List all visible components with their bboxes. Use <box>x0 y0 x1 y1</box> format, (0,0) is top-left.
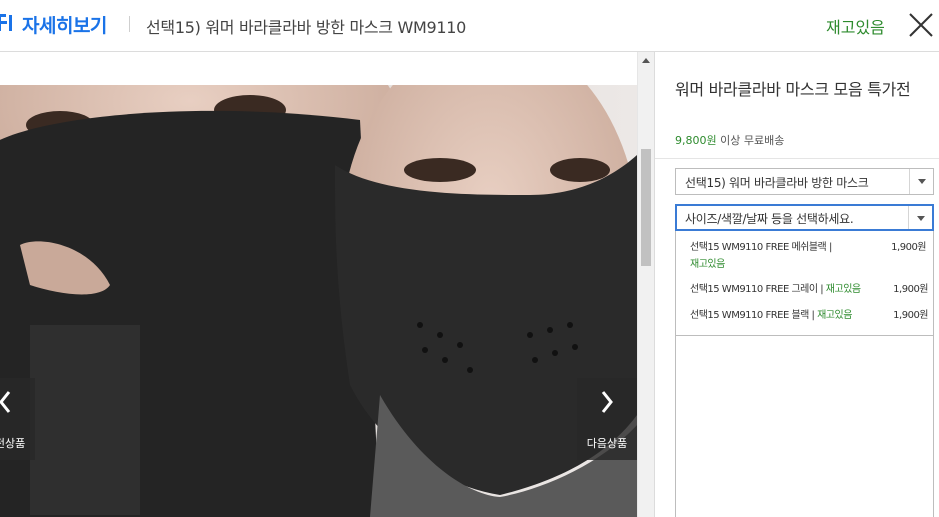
option-price: 1,900원 <box>891 242 926 253</box>
selected-options-area <box>675 336 934 517</box>
option-item[interactable]: 선택15 WM9110 FREE 그레이 | 재고있음 1,900원 <box>690 281 928 298</box>
chevron-left-icon <box>0 391 11 413</box>
product-photo <box>0 85 637 517</box>
product-select[interactable]: 선택15) 워머 바라클라바 방한 마스크 <box>675 168 934 195</box>
free-shipping-info: 9,800원 이상 무료배송 <box>675 132 784 148</box>
promotion-title: 워머 바라클라바 마스크 모음 특가전 <box>675 80 911 99</box>
close-icon[interactable] <box>906 10 936 40</box>
option-name: 선택15 WM9110 FREE 그레이 | <box>690 284 826 295</box>
product-select-value: 선택15) 워머 바라클라바 방한 마스크 <box>685 176 869 190</box>
option-stock: 재고있음 <box>690 259 725 270</box>
header-divider <box>129 16 130 32</box>
chevron-down-icon <box>909 169 933 194</box>
product-name: 선택15) 워머 바라클라바 방한 마스크 WM9110 <box>146 18 467 37</box>
scroll-thumb[interactable] <box>641 149 651 266</box>
chevron-right-icon <box>601 391 613 413</box>
detail-view-title: 자세히보기 <box>22 15 107 37</box>
option-stock: 재고있음 <box>817 310 852 321</box>
option-price: 1,900원 <box>893 310 928 321</box>
option-select[interactable]: 사이즈/색깔/날짜 등을 선택하세요. <box>675 204 934 231</box>
option-name: 선택15 WM9110 FREE 블랙 | <box>690 310 818 321</box>
detail-view-icon <box>0 14 12 31</box>
next-product-button[interactable]: 다음상품 <box>577 378 637 460</box>
free-shipping-amount: 9,800원 <box>675 134 717 147</box>
product-image-viewer: 이전상품 다음상품 <box>0 52 637 517</box>
free-shipping-text: 이상 무료배송 <box>716 134 785 147</box>
option-name: 선택15 WM9110 FREE 메쉬블랙 | <box>690 242 832 253</box>
prev-product-button[interactable]: 이전상품 <box>0 378 35 460</box>
chevron-down-icon <box>908 206 932 229</box>
panel-divider <box>655 158 939 159</box>
option-price: 1,900원 <box>893 284 928 295</box>
option-item[interactable]: 선택15 WM9110 FREE 블랙 | 재고있음 1,900원 <box>690 307 928 324</box>
viewer-header: 자세히보기 선택15) 워머 바라클라바 방한 마스크 WM9110 재고있음 <box>0 0 939 52</box>
stock-status: 재고있음 <box>826 18 885 37</box>
scroll-up-icon[interactable] <box>642 58 650 63</box>
option-dropdown-list: 선택15 WM9110 FREE 메쉬블랙 | 재고있음 1,900원 선택15… <box>675 231 934 336</box>
option-stock: 재고있음 <box>825 284 861 295</box>
viewer-scrollbar[interactable] <box>637 52 654 517</box>
purchase-panel: 워머 바라클라바 마스크 모음 특가전 9,800원 이상 무료배송 선택15)… <box>654 52 939 517</box>
prev-product-label: 이전상품 <box>0 437 26 450</box>
option-select-placeholder: 사이즈/색깔/날짜 등을 선택하세요. <box>685 212 854 226</box>
option-item[interactable]: 선택15 WM9110 FREE 메쉬블랙 | 재고있음 1,900원 <box>690 239 926 273</box>
next-product-label: 다음상품 <box>586 437 628 450</box>
